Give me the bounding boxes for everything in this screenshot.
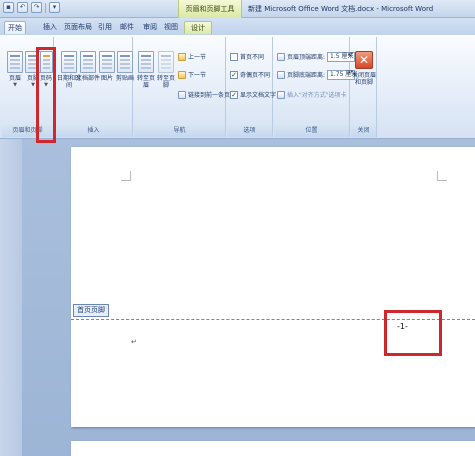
clip-art-icon [117,51,133,73]
close-header-footer-button[interactable]: ✕ 关闭页眉和页脚 [352,43,376,111]
group-options: 首页不同 ✓ 奇偶页不同 ✓ 显示文档文字 选项 [227,37,276,137]
show-document-text-checkbox[interactable]: ✓ [230,90,238,99]
tab-insert[interactable]: 插入 [40,21,60,34]
footer-distance-icon [277,70,285,79]
next-section-button[interactable]: 下一节 [178,69,206,80]
ribbon: 页眉 ▼ 页脚 ▼ 页码 ▼ 页眉和页脚 日期和时间 文档部件 图片 剪贴画 插… [0,35,475,139]
group-label-insert: 插入 [55,125,132,137]
tab-mailings[interactable]: 邮件 [117,21,137,34]
group-navigation: 转至页眉 转至页脚 上一节 下一节 链接到前一条页眉 导航 [134,37,236,137]
link-icon [178,90,186,99]
footer-tag: 首页页脚 [73,304,109,317]
calendar-icon [61,51,77,73]
highlight-box-page-number [384,310,442,356]
goto-footer-button[interactable]: 转至页脚 [156,43,176,111]
quick-parts-icon [80,51,96,73]
group-label-options: 选项 [227,125,272,137]
different-odd-even-label: 奇偶页不同 [240,72,271,79]
group-label-close: 关闭 [351,125,376,137]
tab-references[interactable]: 引用 [95,21,115,34]
different-first-page-label: 首页不同 [240,54,265,61]
tab-design[interactable]: 设计 [184,21,212,34]
vertical-ruler [0,139,22,456]
redo-icon[interactable]: ↷ [31,2,42,13]
paragraph-mark-icon: ↵ [131,338,137,346]
show-document-text-option[interactable]: ✓ 显示文档文字 [230,89,276,100]
undo-icon[interactable]: ↶ [17,2,28,13]
tab-page-layout[interactable]: 页面布局 [64,21,92,34]
quick-access-toolbar: ▪ ↶ ↷ ▾ [3,2,60,13]
previous-section-icon [178,52,186,61]
document-page[interactable] [71,147,475,427]
different-first-page-checkbox[interactable] [230,52,238,61]
group-insert: 日期和时间 文档部件 图片 剪贴画 插入 [55,37,134,137]
customize-qat-icon[interactable]: ▾ [49,2,60,13]
insert-alignment-tab-button[interactable]: 插入"对齐方式"选项卡 [277,89,347,100]
group-label-position: 位置 [274,125,349,137]
ribbon-tab-row: 开始 插入 页面布局 引用 邮件 审阅 视图 设计 [0,18,475,35]
goto-footer-icon [158,51,174,73]
goto-header-label: 转至页眉 [136,75,155,89]
previous-section-label: 上一节 [188,54,207,61]
context-tab-title: 页眉和页脚工具 [178,0,242,18]
save-icon[interactable]: ▪ [3,2,14,13]
goto-header-button[interactable]: 转至页眉 [136,43,156,111]
header-distance-icon [277,52,285,61]
qat-separator [45,2,46,13]
group-position: 页眉顶端距离: 1.5 厘米 页脚底端距离: 1.75 厘米 插入"对齐方式"选… [274,37,357,137]
close-header-footer-label: 关闭页眉和页脚 [352,72,377,86]
insert-alignment-tab-label: 插入"对齐方式"选项卡 [287,92,347,99]
tab-home[interactable]: 开始 [4,21,26,34]
goto-footer-label: 转至页脚 [156,75,175,89]
header-distance-label: 页眉顶端距离: [287,54,326,61]
title-bar: ▪ ↶ ↷ ▾ 页眉和页脚工具 新建 Microsoft Office Word… [0,0,475,18]
different-odd-even-option[interactable]: ✓ 奇偶页不同 [230,69,270,80]
footer-distance-label: 页脚底端距离: [287,72,326,79]
show-document-text-label: 显示文档文字 [240,92,277,99]
tab-review[interactable]: 审阅 [140,21,160,34]
different-odd-even-checkbox[interactable]: ✓ [230,70,238,79]
header-distance-row: 页眉顶端距离: 1.5 厘米 [277,51,356,62]
window-title: 新建 Microsoft Office Word 文档.docx - Micro… [248,5,434,13]
next-document-page[interactable] [71,441,475,456]
group-close: ✕ 关闭页眉和页脚 关闭 [351,37,377,137]
alignment-tab-icon [277,90,285,99]
previous-section-button[interactable]: 上一节 [178,51,206,62]
next-section-label: 下一节 [188,72,207,79]
footer-distance-row: 页脚底端距离: 1.75 厘米 [277,69,357,80]
tab-view[interactable]: 视图 [161,21,181,34]
highlight-box-page-number-button [36,47,56,143]
goto-header-icon [138,51,154,73]
margin-corner-mark [121,171,131,181]
margin-corner-mark [437,171,447,181]
next-section-icon [178,70,186,79]
group-label-navigation: 导航 [134,125,225,137]
different-first-page-option[interactable]: 首页不同 [230,51,264,62]
close-icon: ✕ [355,51,373,69]
